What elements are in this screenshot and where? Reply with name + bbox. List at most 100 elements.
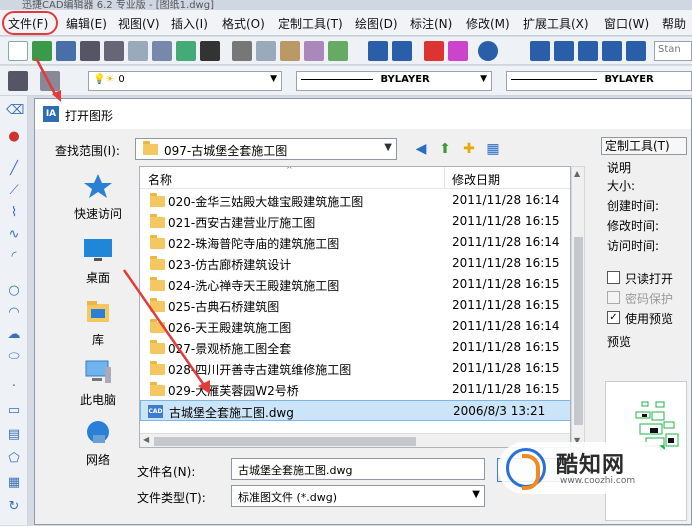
menu-view[interactable]: 视图(V) [118,15,160,32]
menu-help[interactable]: 帮助 [662,15,686,32]
cut-icon[interactable] [232,41,252,61]
erase-icon[interactable]: ⌫ [6,104,24,118]
undo-icon[interactable] [368,41,388,61]
layer-manager-icon[interactable] [8,71,28,91]
vertical-scroll-thumb[interactable] [574,237,583,425]
spell-check-icon[interactable] [176,41,196,61]
revcloud-icon[interactable]: ☁ [6,328,22,342]
place-this-pc[interactable]: 此电脑 [55,359,141,408]
open-file-icon[interactable] [32,41,52,61]
place-label: 此电脑 [79,393,116,407]
list-item[interactable]: 029-大雁芙蓉园W2号桥 2011/11/28 16:15 [140,379,570,400]
linetype-combo[interactable]: BYLAYER ▼ [296,71,492,91]
explode-icon[interactable] [448,41,468,61]
hatch-icon[interactable]: ▤ [6,428,22,442]
custom-tools-button[interactable]: 定制工具(T) [601,137,687,155]
match-properties-icon[interactable] [304,41,324,61]
password-checkbox[interactable] [607,291,620,304]
delete-icon[interactable] [424,41,444,61]
list-item[interactable]: 020-金华三姑殿大雄宝殿建筑施工图 2011/11/28 16:14 [140,190,570,211]
place-network[interactable]: 网络 [55,419,141,468]
place-library[interactable]: 库 [55,299,141,348]
list-item[interactable]: 023-仿古廊桥建筑设计 2011/11/28 16:15 [140,253,570,274]
find-icon[interactable] [200,41,220,61]
scroll-left-icon[interactable]: ◀ [143,435,149,444]
rectangle-icon[interactable]: ▭ [6,404,22,418]
circle-icon[interactable]: ○ [6,284,22,298]
horizontal-scroll-thumb[interactable] [154,437,416,446]
horizontal-scrollbar[interactable]: ◀ [140,433,570,447]
list-item[interactable]: 028-四川开善寺古建筑维修施工图 2011/11/28 16:15 [140,358,570,379]
list-item[interactable]: 024-洗心禅寺天王殿建筑施工图 2011/11/28 16:15 [140,274,570,295]
print-preview-icon[interactable] [104,41,124,61]
menu-extensions[interactable]: 扩展工具(X) [523,15,589,32]
list-item[interactable]: 027-景观桥施工图全套 2011/11/28 16:15 [140,337,570,358]
copy-icon[interactable] [256,41,276,61]
paste-icon[interactable] [280,41,300,61]
view-menu-icon[interactable]: ▦ [483,139,503,159]
use-preview-checkbox[interactable]: ✓ [607,311,620,324]
list-item[interactable]: 026-天王殿建筑施工图 2011/11/28 16:14 [140,316,570,337]
layer-state-icon[interactable] [40,71,60,91]
list-item[interactable]: 021-西安古建营业厅施工图 2011/11/28 16:15 [140,211,570,232]
back-icon[interactable]: ◀ [411,139,431,159]
layer-combo[interactable]: 💡☀ 0 ▼ [88,71,282,91]
menu-format[interactable]: 格式(O) [222,15,265,32]
page-setup-icon[interactable] [128,41,148,61]
redo-icon[interactable] [392,41,412,61]
point-icon[interactable]: · [6,380,22,394]
table-icon[interactable]: ▦ [6,476,22,490]
filename-input[interactable]: 古城堡全套施工图.dwg [231,458,485,480]
menu-edit[interactable]: 编辑(E) [66,15,107,32]
column-divider[interactable] [444,167,445,189]
text-a-icon[interactable] [554,41,574,61]
lineweight-combo[interactable]: BYLAYER [506,71,692,91]
file-name: 023-仿古廊桥建筑设计 [168,258,292,272]
vertical-scrollbar[interactable]: ▲ ▼ [571,166,585,448]
menu-modify[interactable]: 修改(M) [466,15,510,32]
list-item-selected[interactable]: CAD 古城堡全套施工图.dwg 2006/8/3 13:21 [140,400,570,421]
brush-icon[interactable] [328,41,348,61]
app-logo-icon: IA [43,106,59,122]
record-icon[interactable]: ● [6,130,22,144]
up-folder-icon[interactable]: ⬆ [435,139,455,159]
text-style-combo[interactable]: Stan [654,41,692,61]
list-item[interactable]: 022-珠海普陀寺庙的建筑施工图 2011/11/28 16:14 [140,232,570,253]
arc-icon[interactable]: ◜ [6,250,22,264]
save-icon[interactable] [56,41,76,61]
publish-icon[interactable] [152,41,172,61]
refresh-icon[interactable]: ↻ [6,500,22,514]
place-desktop[interactable]: 桌面 [55,237,141,286]
column-name[interactable]: 名称 [148,171,172,188]
size-label: 大小: [607,179,636,193]
spline-icon[interactable]: ∿ [6,228,22,242]
look-in-combo[interactable]: 097-古城堡全套施工图 ▼ [135,138,397,160]
text-replace-icon[interactable] [626,41,646,61]
xline-icon[interactable]: ⟋ [6,184,22,198]
filetype-select[interactable]: 标准图文件 (*.dwg) ▼ [231,485,485,507]
menu-custom-tools[interactable]: 定制工具(T) [278,15,343,32]
file-name: 026-天王殿建筑施工图 [168,321,292,335]
ellipse-arc-icon[interactable]: ◠ [6,306,22,320]
scroll-up-icon[interactable]: ▲ [574,169,580,178]
list-item[interactable]: 025-古典石桥建筑图 2011/11/28 16:15 [140,295,570,316]
column-date[interactable]: 修改日期 [452,171,500,188]
readonly-checkbox[interactable] [607,271,620,284]
menu-window[interactable]: 窗口(W) [604,15,649,32]
polyline-icon[interactable]: ⌇ [6,206,22,220]
new-folder-icon[interactable]: ✚ [459,139,479,159]
ellipse-icon[interactable]: ⬭ [6,350,22,364]
region-icon[interactable]: ⬠ [6,452,22,466]
text-edit-icon[interactable] [578,41,598,61]
place-quick-access[interactable]: 快速访问 [55,173,141,222]
help-icon[interactable] [478,41,498,61]
text-find-icon[interactable] [602,41,622,61]
text-style-icon[interactable] [530,41,550,61]
menu-dimension[interactable]: 标注(N) [410,15,452,32]
menu-draw[interactable]: 绘图(D) [355,15,398,32]
print-icon[interactable] [80,41,100,61]
new-file-icon[interactable] [8,41,28,61]
line-icon[interactable]: ╱ [6,162,22,176]
file-list[interactable]: ^ 名称 修改日期 020-金华三姑殿大雄宝殿建筑施工图 2011/11/28 1… [139,166,571,448]
menu-insert[interactable]: 插入(I) [171,15,208,32]
